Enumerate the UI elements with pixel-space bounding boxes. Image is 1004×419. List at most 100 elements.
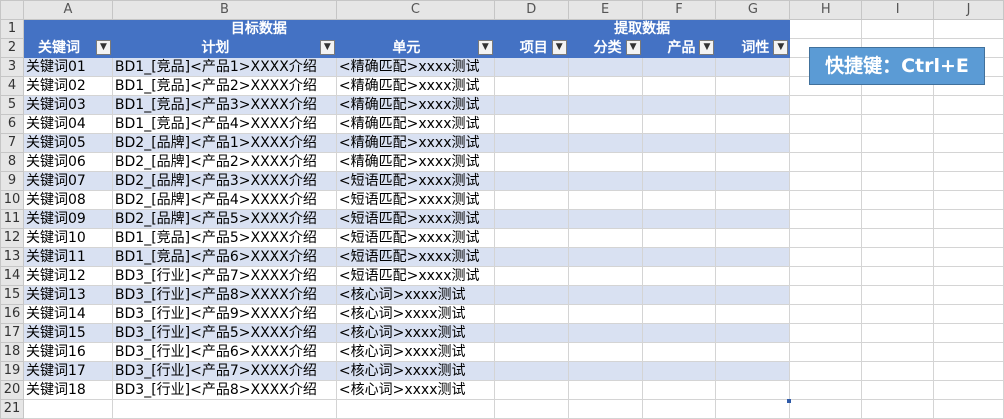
extract-cell[interactable] (715, 228, 791, 248)
extract-cell[interactable] (493, 247, 569, 267)
header-project[interactable]: 项目 ▼ (493, 38, 569, 58)
extract-cell[interactable] (715, 95, 791, 115)
column-header-j[interactable]: J (933, 0, 1004, 20)
unit-cell[interactable]: <精确匹配>xxxx测试 (335, 57, 495, 77)
extract-cell[interactable] (493, 266, 569, 286)
cell[interactable] (861, 380, 935, 400)
keyword-cell[interactable]: 关键词04 (22, 114, 113, 134)
row-header-21[interactable]: 21 (0, 399, 24, 419)
extract-cell[interactable] (715, 152, 791, 172)
cell[interactable] (861, 247, 935, 267)
row-header-7[interactable]: 7 (0, 133, 24, 153)
extract-cell[interactable] (715, 342, 791, 362)
extract-cell[interactable] (493, 95, 569, 115)
cell[interactable] (933, 152, 1004, 172)
extract-cell[interactable] (715, 171, 791, 191)
cell[interactable] (933, 114, 1004, 134)
filter-dropdown-icon[interactable]: ▼ (625, 40, 641, 55)
plan-cell[interactable]: BD1_[竞品]<产品1>XXXX介绍 (111, 57, 337, 77)
extract-cell[interactable] (493, 361, 569, 381)
plan-cell[interactable]: BD2_[品牌]<产品1>XXXX介绍 (111, 133, 337, 153)
extract-cell[interactable] (715, 361, 791, 381)
plan-cell[interactable]: BD2_[品牌]<产品2>XXXX介绍 (111, 152, 337, 172)
keyword-cell[interactable]: 关键词06 (22, 152, 113, 172)
extract-cell[interactable] (567, 57, 643, 77)
extract-cell[interactable] (567, 152, 643, 172)
extract-cell[interactable] (567, 190, 643, 210)
unit-cell[interactable]: <核心词>xxxx测试 (335, 342, 495, 362)
row-header-15[interactable]: 15 (0, 285, 24, 305)
extract-cell[interactable] (493, 228, 569, 248)
cell[interactable] (861, 95, 935, 115)
extract-cell[interactable] (493, 133, 569, 153)
filter-dropdown-icon[interactable]: ▼ (699, 40, 715, 55)
extract-cell[interactable] (715, 304, 791, 324)
unit-cell[interactable]: <短语匹配>xxxx测试 (335, 266, 495, 286)
filter-dropdown-icon[interactable]: ▼ (773, 40, 789, 55)
cell[interactable] (933, 247, 1004, 267)
extract-cell[interactable] (567, 76, 643, 96)
extract-cell[interactable] (567, 114, 643, 134)
row-header-11[interactable]: 11 (0, 209, 24, 229)
cell[interactable] (789, 342, 863, 362)
extract-cell[interactable] (641, 114, 717, 134)
keyword-cell[interactable]: 关键词13 (22, 285, 113, 305)
cell[interactable] (861, 304, 935, 324)
extract-cell[interactable] (715, 209, 791, 229)
unit-cell[interactable]: <精确匹配>xxxx测试 (335, 76, 495, 96)
header-unit[interactable]: 单元 ▼ (335, 38, 495, 58)
extract-cell[interactable] (715, 114, 791, 134)
cell[interactable] (933, 361, 1004, 381)
extract-cell[interactable] (567, 342, 643, 362)
cell[interactable] (861, 399, 935, 419)
row-header-14[interactable]: 14 (0, 266, 24, 286)
unit-cell[interactable]: <核心词>xxxx测试 (335, 285, 495, 305)
keyword-cell[interactable]: 关键词12 (22, 266, 113, 286)
extract-cell[interactable] (567, 133, 643, 153)
row-header-19[interactable]: 19 (0, 361, 24, 381)
column-header-b[interactable]: B (111, 0, 337, 20)
extract-cell[interactable] (641, 209, 717, 229)
unit-cell[interactable]: <核心词>xxxx测试 (335, 380, 495, 400)
extract-cell[interactable] (493, 304, 569, 324)
extract-cell[interactable] (493, 380, 569, 400)
keyword-cell[interactable]: 关键词14 (22, 304, 113, 324)
extract-cell[interactable] (715, 247, 791, 267)
cell[interactable] (933, 171, 1004, 191)
cell[interactable] (861, 342, 935, 362)
plan-cell[interactable]: BD1_[竞品]<产品6>XXXX介绍 (111, 247, 337, 267)
plan-cell[interactable]: BD3_[行业]<产品8>XXXX介绍 (111, 285, 337, 305)
cell[interactable] (861, 285, 935, 305)
cell[interactable] (933, 399, 1004, 419)
column-header-g[interactable]: G (715, 0, 791, 20)
extract-cell[interactable] (641, 190, 717, 210)
column-header-c[interactable]: C (335, 0, 495, 20)
cell[interactable] (789, 133, 863, 153)
extract-cell[interactable] (493, 190, 569, 210)
cell[interactable] (641, 399, 717, 419)
unit-cell[interactable]: <核心词>xxxx测试 (335, 361, 495, 381)
extract-cell[interactable] (567, 285, 643, 305)
plan-cell[interactable]: BD1_[竞品]<产品5>XXXX介绍 (111, 228, 337, 248)
cell[interactable] (861, 323, 935, 343)
unit-cell[interactable]: <短语匹配>xxxx测试 (335, 209, 495, 229)
keyword-cell[interactable]: 关键词07 (22, 171, 113, 191)
cell[interactable] (861, 190, 935, 210)
header-product[interactable]: 产品 ▼ (641, 38, 717, 58)
plan-cell[interactable]: BD2_[品牌]<产品4>XXXX介绍 (111, 190, 337, 210)
cell[interactable] (567, 399, 643, 419)
cell[interactable] (789, 361, 863, 381)
cell[interactable] (933, 285, 1004, 305)
extract-cell[interactable] (641, 323, 717, 343)
extract-cell[interactable] (493, 209, 569, 229)
extract-data-header[interactable]: 提取数据 (493, 19, 791, 39)
column-header-e[interactable]: E (567, 0, 643, 20)
cell[interactable] (861, 228, 935, 248)
row-header-3[interactable]: 3 (0, 57, 24, 77)
row-header-8[interactable]: 8 (0, 152, 24, 172)
row-header-20[interactable]: 20 (0, 380, 24, 400)
extract-cell[interactable] (567, 304, 643, 324)
row-header-12[interactable]: 12 (0, 228, 24, 248)
cell[interactable] (789, 152, 863, 172)
unit-cell[interactable]: <精确匹配>xxxx测试 (335, 95, 495, 115)
